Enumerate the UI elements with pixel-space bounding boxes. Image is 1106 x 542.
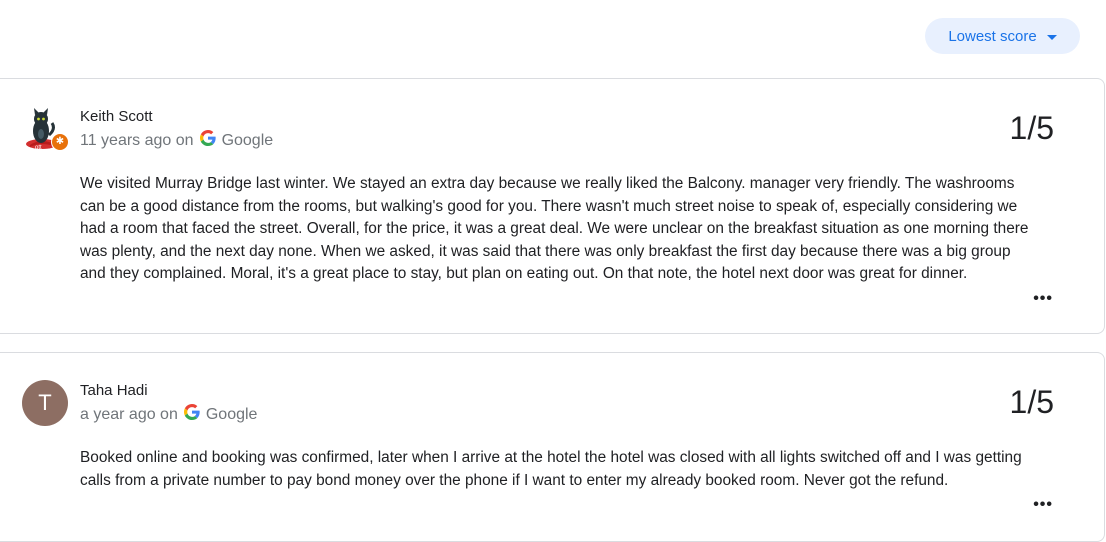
google-icon — [199, 130, 216, 151]
caret-down-icon — [1046, 34, 1057, 40]
review-time: 11 years ago on — [80, 131, 194, 149]
local-guide-badge-icon: ✱ — [51, 133, 69, 151]
google-icon — [183, 404, 200, 425]
sort-dropdown-button[interactable]: Lowest score — [925, 18, 1080, 54]
review-card: ott ✱ Keith Scott 11 years ago on Google… — [0, 78, 1105, 334]
review-score: 1/5 — [1009, 384, 1054, 420]
reviews-toolbar: Lowest score — [0, 0, 1106, 78]
review-meta: 11 years ago on Google — [80, 130, 273, 151]
sort-label: Lowest score — [948, 27, 1037, 45]
review-source: Google — [205, 405, 258, 423]
more-options-button[interactable]: ••• — [1033, 496, 1053, 514]
review-time: a year ago on — [80, 405, 178, 423]
review-text: We visited Murray Bridge last winter. We… — [80, 175, 1029, 283]
review-meta: a year ago on Google — [80, 404, 257, 425]
review-author[interactable]: Keith Scott — [80, 108, 153, 125]
svg-text:ott: ott — [35, 145, 42, 151]
review-author[interactable]: Taha Hadi — [80, 382, 148, 399]
more-options-button[interactable]: ••• — [1033, 290, 1053, 308]
review-score: 1/5 — [1009, 110, 1054, 146]
review-text: Booked online and booking was confirmed,… — [80, 449, 1022, 489]
reviews-page: Lowest score ott ✱ Keith Scott 11 years … — [0, 0, 1106, 542]
review-card: T Taha Hadi a year ago on Google 1/5 Boo… — [0, 352, 1105, 542]
avatar[interactable]: T — [22, 380, 68, 426]
review-source: Google — [221, 131, 274, 149]
